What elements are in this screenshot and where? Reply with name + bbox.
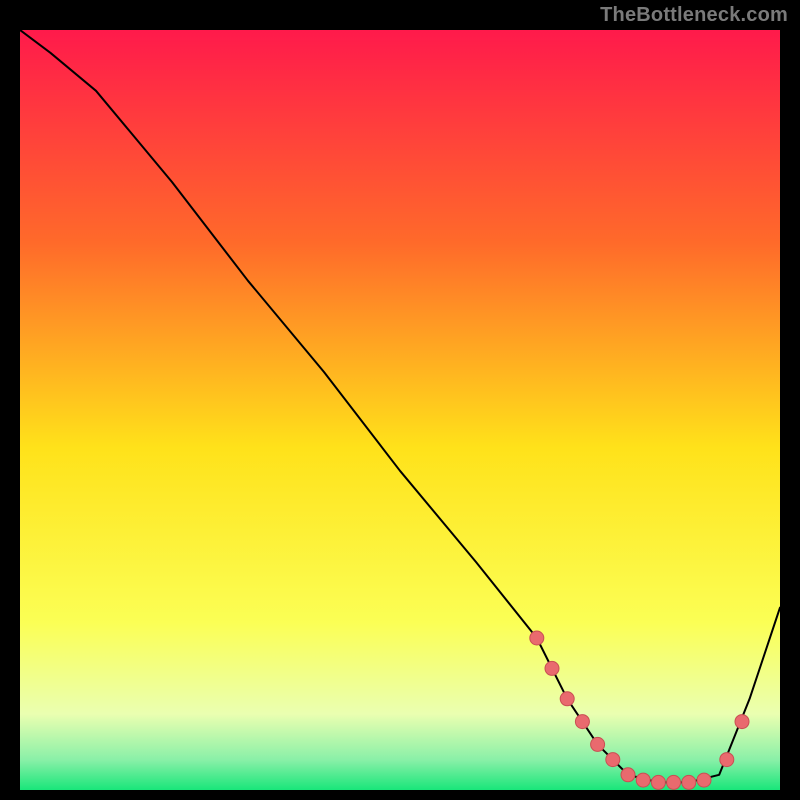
gradient-bg xyxy=(20,30,780,790)
data-marker xyxy=(667,775,681,789)
data-marker xyxy=(530,631,544,645)
data-marker xyxy=(651,775,665,789)
data-marker xyxy=(697,773,711,787)
attribution-label: TheBottleneck.com xyxy=(600,4,788,27)
chart-stage: TheBottleneck.com xyxy=(0,0,800,800)
data-marker xyxy=(591,737,605,751)
plot-area xyxy=(20,30,780,790)
data-marker xyxy=(735,715,749,729)
data-marker xyxy=(682,775,696,789)
data-marker xyxy=(720,753,734,767)
chart-svg xyxy=(20,30,780,790)
data-marker xyxy=(636,773,650,787)
data-marker xyxy=(575,715,589,729)
data-marker xyxy=(621,768,635,782)
data-marker xyxy=(606,753,620,767)
data-marker xyxy=(545,661,559,675)
data-marker xyxy=(560,692,574,706)
